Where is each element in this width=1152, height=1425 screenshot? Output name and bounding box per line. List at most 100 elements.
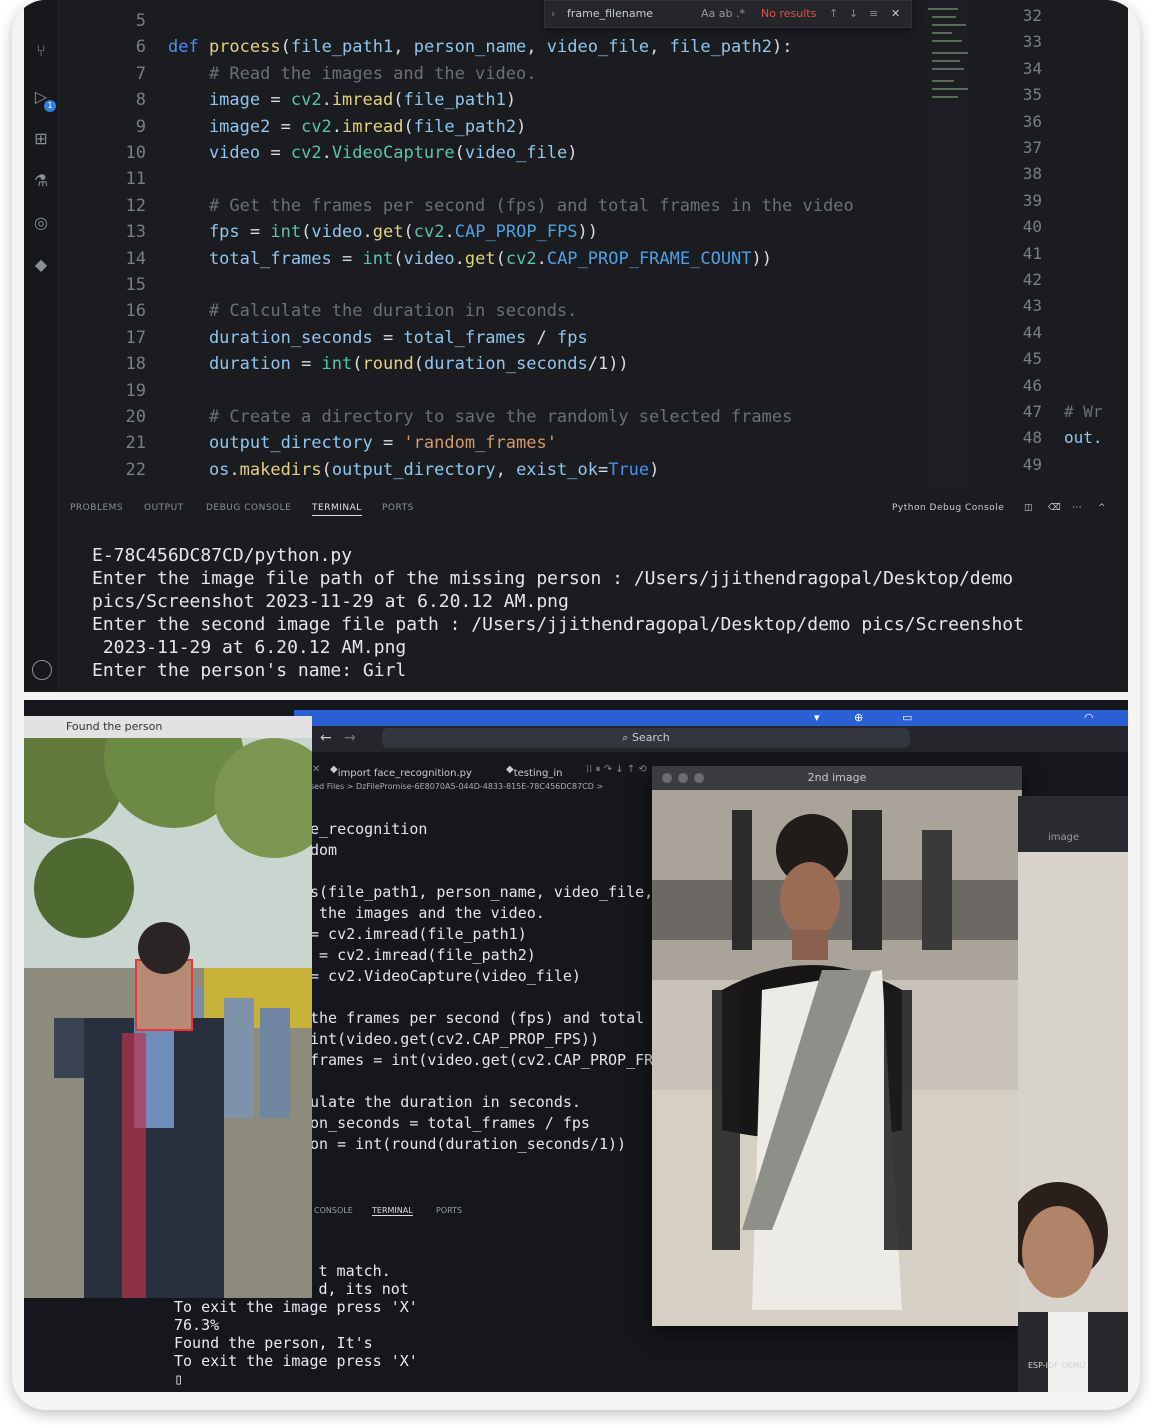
code-line[interactable]: 13 fps = int(video.get(cv2.CAP_PROP_FPS)… (58, 219, 599, 245)
source-control-icon[interactable]: ⑂ (32, 42, 50, 60)
tab-ports-photo[interactable]: PORTS (436, 1206, 462, 1215)
code-line[interactable]: 6 def process(file_path1, person_name, vi… (58, 34, 793, 60)
code-line[interactable]: 22 os.makedirs(output_directory, exist_o… (58, 457, 660, 483)
terminal-name[interactable]: Python Debug Console (892, 503, 1004, 513)
code-token: # Read the images and the video. (168, 63, 537, 84)
find-close-icon[interactable]: ✕ (891, 7, 900, 20)
code-line[interactable]: 14 total_frames = int(video.get(cv2.CAP_… (58, 246, 773, 272)
code-line[interactable]: 15 (58, 272, 168, 298)
tab-debug-console[interactable]: DEBUG CONSOLE (206, 503, 291, 513)
code-token: CAP_PROP_FPS (454, 222, 578, 243)
code-token: imread (342, 116, 404, 137)
code-line[interactable]: 7 # Read the images and the video. (58, 61, 537, 87)
found-person-window[interactable]: Found the person (24, 716, 312, 1300)
find-next-icon[interactable]: ↓ (849, 7, 858, 20)
code-token: image2 (168, 116, 271, 137)
maximize-panel-icon[interactable]: ^ (1098, 503, 1106, 513)
split-editor-code[interactable]: # Wr out. (1064, 0, 1128, 500)
code-token: ( (403, 116, 414, 137)
code-token: = (270, 116, 302, 137)
code-token: int (270, 222, 302, 243)
code-token: /1)) (587, 354, 629, 375)
close-tab-icon[interactable]: ✕ (312, 764, 320, 775)
code-line[interactable]: 19 (58, 378, 168, 404)
street-photo (24, 738, 312, 1298)
search-input[interactable]: ⌕ Search (382, 728, 910, 748)
activity-bar: ⑂ ▷ 1 ⊞ ⚗ ◎ ◆ (24, 0, 59, 692)
trash-icon[interactable]: ⌫ (1048, 503, 1061, 513)
find-toggle-icon[interactable]: › (551, 7, 555, 20)
code-token: fps (168, 222, 240, 243)
testing-icon[interactable]: ⚗ (32, 172, 50, 190)
code-token: ( (403, 222, 414, 243)
zoom-window-icon[interactable] (694, 773, 704, 783)
code-token: process (208, 37, 281, 58)
breadcrumb[interactable]: sed Files > DzFilePromise-6E8070A5-044D-… (310, 782, 680, 796)
tab-output[interactable]: OUTPUT (144, 503, 184, 513)
code-token: file_path2 (669, 37, 772, 58)
find-selection-icon[interactable]: ≡ (869, 7, 878, 20)
line-number: 9 (135, 116, 146, 137)
code-token: = (597, 459, 609, 480)
code-token: cv2 (301, 116, 332, 137)
portrait-photo (1018, 852, 1128, 1392)
code-token: cv2 (290, 143, 322, 163)
code-line[interactable]: 21 output_directory = 'random_frames' (58, 430, 557, 456)
tab-face-recognition[interactable]: ◆ import face_recognition.py (330, 764, 472, 779)
image-window[interactable]: image ESP-IDF QEMU (1018, 796, 1128, 1392)
tab-console[interactable]: CONSOLE (314, 1206, 353, 1215)
code-line: on = int(round(duration_seconds/1)) (310, 1135, 627, 1153)
code-line[interactable]: 9 image2 = cv2.imread(file_path2) (58, 114, 527, 140)
minimap[interactable] (922, 0, 974, 490)
extensions-icon[interactable]: ⊞ (32, 130, 50, 148)
code-line[interactable]: 20 # Create a directory to save the rand… (58, 404, 793, 430)
search-label: Search (631, 731, 670, 744)
code-token: . (362, 222, 373, 243)
line-number: 38 (1022, 164, 1042, 184)
wifi-status-icon: ◠ (1084, 711, 1094, 724)
remote-icon[interactable]: ◎ (32, 214, 50, 232)
terminal-output[interactable]: E-78C456DC87CD/python.py Enter the image… (92, 544, 1122, 682)
more-icon[interactable]: ··· (1072, 503, 1082, 513)
back-icon[interactable]: ← (320, 730, 332, 746)
tab-terminal[interactable]: TERMINAL (312, 503, 362, 516)
line-number: 6 (135, 37, 146, 58)
window-title: Found the person (24, 716, 312, 738)
code-token: ( (352, 354, 363, 375)
code-editor[interactable]: 5 6 def process(file_path1, person_name, v… (58, 0, 928, 490)
code-token: = (290, 354, 322, 375)
code-line[interactable]: 18 duration = int(round(duration_seconds… (58, 351, 629, 377)
code-token: round (362, 354, 414, 375)
close-window-icon[interactable] (662, 773, 672, 783)
split-terminal-icon[interactable]: ◫ (1024, 503, 1033, 513)
tab-ports[interactable]: PORTS (382, 503, 414, 513)
tab-problems[interactable]: PROBLEMS (70, 503, 123, 513)
code-token: ( (280, 37, 291, 58)
tab-terminal-photo[interactable]: TERMINAL (372, 1206, 413, 1216)
code-line[interactable]: 8 image = cv2.imread(file_path1) (58, 87, 516, 113)
code-line[interactable]: 5 (58, 8, 168, 34)
code-line[interactable]: 16 # Calculate the duration in seconds. (58, 298, 578, 324)
line-number: 37 (1022, 138, 1042, 157)
line-number: 5 (135, 11, 146, 31)
python-icon[interactable]: ◆ (32, 256, 50, 274)
code-line[interactable]: 12 # Get the frames per second (fps) and… (58, 193, 854, 219)
debug-toolbar[interactable]: ⁞⁞ ⏸ ↷ ↓ ↑ ⟲ (586, 764, 647, 775)
code-line[interactable]: 17 duration_seconds = total_frames / fps (58, 325, 588, 351)
line-number: 11 (125, 169, 146, 190)
forward-icon[interactable]: → (344, 730, 356, 746)
find-widget[interactable]: › frame_filename Aa ab .* No results ↑ ↓… (544, 0, 912, 28)
code-line[interactable]: 10 video = cv2.VideoCapture(video_file) (58, 140, 578, 166)
find-input[interactable]: frame_filename (567, 7, 653, 20)
find-options[interactable]: Aa ab .* (701, 7, 745, 20)
minimize-window-icon[interactable] (678, 773, 688, 783)
tab-testing[interactable]: ◆ testing_in (506, 764, 563, 779)
find-prev-icon[interactable]: ↑ (829, 7, 838, 20)
second-image-window[interactable]: 2nd image (652, 766, 1022, 1326)
code-token: int (321, 354, 353, 375)
code-line: = cv2.imread(file_path1) (310, 925, 527, 943)
account-icon[interactable] (32, 660, 52, 680)
code-token: = (331, 248, 363, 269)
code-line[interactable]: 11 (58, 166, 168, 192)
line-number: 12 (125, 195, 146, 216)
